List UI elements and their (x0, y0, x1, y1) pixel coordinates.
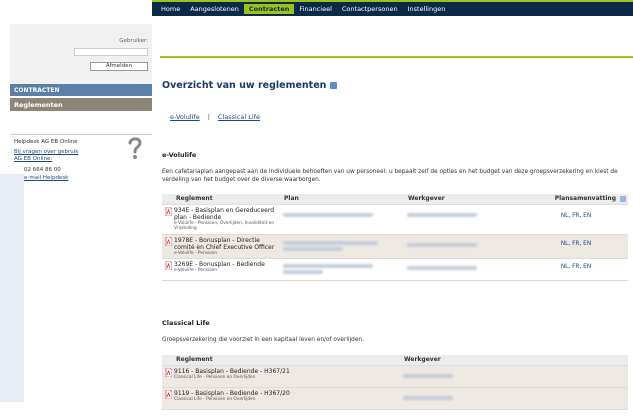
top-bar: Home Aangeslotenen Contracten Financieel… (0, 0, 633, 16)
lang-en[interactable]: EN (583, 241, 591, 247)
pdf-icon[interactable] (165, 389, 172, 399)
nav-aangeslotenen[interactable]: Aangeslotenen (185, 4, 244, 14)
reglement-subtitle: Classical Life - Pensioen en Overlijden (174, 374, 256, 380)
main-nav: Home Aangeslotenen Contracten Financieel… (152, 0, 633, 16)
tab-classical-life[interactable]: Classical Life (218, 113, 260, 121)
lang-en[interactable]: EN (583, 213, 591, 219)
help-icon[interactable] (620, 195, 626, 202)
plan-value-blurred (283, 269, 323, 274)
reglement-subtitle: e-Volulife - Pensioen (174, 267, 218, 273)
lang-separator: , (579, 212, 582, 219)
login-box: Gebruiker: Afmelden (10, 24, 152, 88)
werkgever-value-blurred (407, 212, 477, 217)
sidebar: Gebruiker: Afmelden CONTRACTEN Reglement… (0, 16, 152, 419)
question-mark-icon (128, 137, 142, 159)
table-row[interactable]: 9116 - Basisplan - Bediende - H367/21 Cla… (162, 365, 628, 388)
col-plan: Plan (280, 194, 404, 205)
reglement-subtitle: Classical Life - Pensioen en Overlijden (174, 396, 256, 402)
tabs: e-Volulife | Classical Life (170, 113, 260, 121)
reglement-subtitle: e-Volulife - Pensioen (174, 250, 218, 256)
pdf-icon[interactable] (165, 206, 172, 216)
user-label: Gebruiker: (119, 38, 148, 44)
nav-accent-line (152, 0, 633, 2)
werkgever-value-blurred (407, 265, 477, 270)
tab-separator: | (207, 113, 210, 121)
table-header-row: Reglement Werkgever (162, 355, 628, 366)
reglement-subtitle: e-Volulife - Pensioen, Overlijden, Inval… (174, 220, 275, 231)
nav-instellingen[interactable]: Instellingen (403, 4, 451, 14)
classical-description: Groepsverzekering die voorziet in een ka… (162, 337, 364, 343)
plan-value-blurred (283, 263, 373, 268)
helpdesk-box: Helpdesk AG EB Online Bij vragen over ge… (14, 138, 134, 182)
nav-items: Home Aangeslotenen Contracten Financieel… (156, 4, 450, 14)
nav-contactpersonen[interactable]: Contactpersonen (337, 4, 403, 14)
werkgever-value-blurred (407, 242, 477, 247)
lang-separator: , (568, 263, 571, 270)
user-field[interactable] (74, 48, 148, 56)
col-plansamenvatting: Plansamenvatting (524, 194, 628, 205)
reglement-title[interactable]: 934E - Basisplan en Gereduceerd plan - B… (174, 207, 277, 221)
header-rule (160, 56, 633, 58)
reglement-title[interactable]: 1978E - Bonusplan - Directie comité en C… (174, 237, 277, 251)
table-row[interactable]: 1978E - Bonusplan - Directie comité en C… (162, 234, 628, 259)
sidebar-item-reglementen[interactable]: Reglementen (10, 98, 152, 111)
logout-button[interactable]: Afmelden (90, 62, 148, 71)
sidebar-decor (0, 174, 24, 402)
plan-value-blurred (283, 246, 343, 251)
plan-value-blurred (283, 212, 373, 217)
col-werkgever: Werkgever (404, 194, 524, 205)
col-reglement: Reglement (162, 355, 400, 366)
lang-separator: , (579, 263, 582, 270)
table-row[interactable]: 3269E - Bonusplan - Bediende e-Volulife -… (162, 258, 628, 281)
werkgever-value-blurred (403, 373, 453, 378)
lang-separator: , (579, 240, 582, 247)
nav-contracten[interactable]: Contracten (243, 4, 295, 14)
pdf-icon[interactable] (165, 260, 172, 270)
evolulife-table: Reglement Plan Werkgever Plansamenvattin… (162, 194, 628, 281)
col-plansamenvatting-label: Plansamenvatting (554, 195, 616, 203)
page-title: Overzicht van uw reglementen (162, 80, 327, 91)
reglement-title[interactable]: 9119 - Basisplan - Bediende - H367/20 (174, 390, 290, 397)
plan-value-blurred (283, 240, 378, 245)
lang-links: NL, FR, EN (524, 204, 628, 235)
helpdesk-email-link[interactable]: e-mail Helpdesk (14, 174, 134, 182)
table-row[interactable]: 934E - Basisplan en Gereduceerd plan - B… (162, 204, 628, 235)
tab-evolulife[interactable]: e-Volulife (170, 113, 200, 121)
col-werkgever: Werkgever (400, 355, 628, 366)
werkgever-value-blurred (403, 395, 453, 400)
reglement-title[interactable]: 9116 - Basisplan - Bediende - H367/21 (174, 368, 290, 375)
evolulife-description: Een cafetariaplan aangepast aan de indiv… (162, 169, 618, 183)
helpdesk-info-link[interactable]: Bij vragen over gebruik AG EB Online: (14, 149, 86, 163)
table-header-row: Reglement Plan Werkgever Plansamenvattin… (162, 194, 628, 205)
helpdesk-phone: 02 664 86 00 (24, 167, 61, 173)
lang-links: NL, FR, EN (524, 234, 628, 259)
lang-links: NL, FR, EN (524, 258, 628, 281)
main-content: Overzicht van uw reglementen e-Volulife |… (152, 16, 633, 419)
nav-home[interactable]: Home (156, 4, 185, 14)
helpdesk-title: Helpdesk AG EB Online (14, 139, 78, 145)
classical-table: Reglement Werkgever 9116 - Basisplan - B… (162, 355, 628, 410)
evolulife-heading: e-Volulife (162, 151, 197, 159)
lang-en[interactable]: EN (583, 264, 591, 270)
pdf-icon[interactable] (165, 236, 172, 246)
col-reglement: Reglement (162, 194, 280, 205)
lang-separator: , (568, 240, 571, 247)
help-icon[interactable] (330, 82, 337, 89)
reglement-title[interactable]: 3269E - Bonusplan - Bediende (174, 261, 265, 268)
table-row[interactable]: 9119 - Basisplan - Bediende - H367/20 Cla… (162, 387, 628, 410)
lang-separator: , (568, 212, 571, 219)
pdf-icon[interactable] (165, 367, 172, 377)
classical-heading: Classical Life (162, 319, 210, 327)
sidebar-divider (10, 134, 152, 135)
sidebar-section-contracten[interactable]: CONTRACTEN (10, 84, 152, 96)
nav-financieel[interactable]: Financieel (294, 4, 336, 14)
